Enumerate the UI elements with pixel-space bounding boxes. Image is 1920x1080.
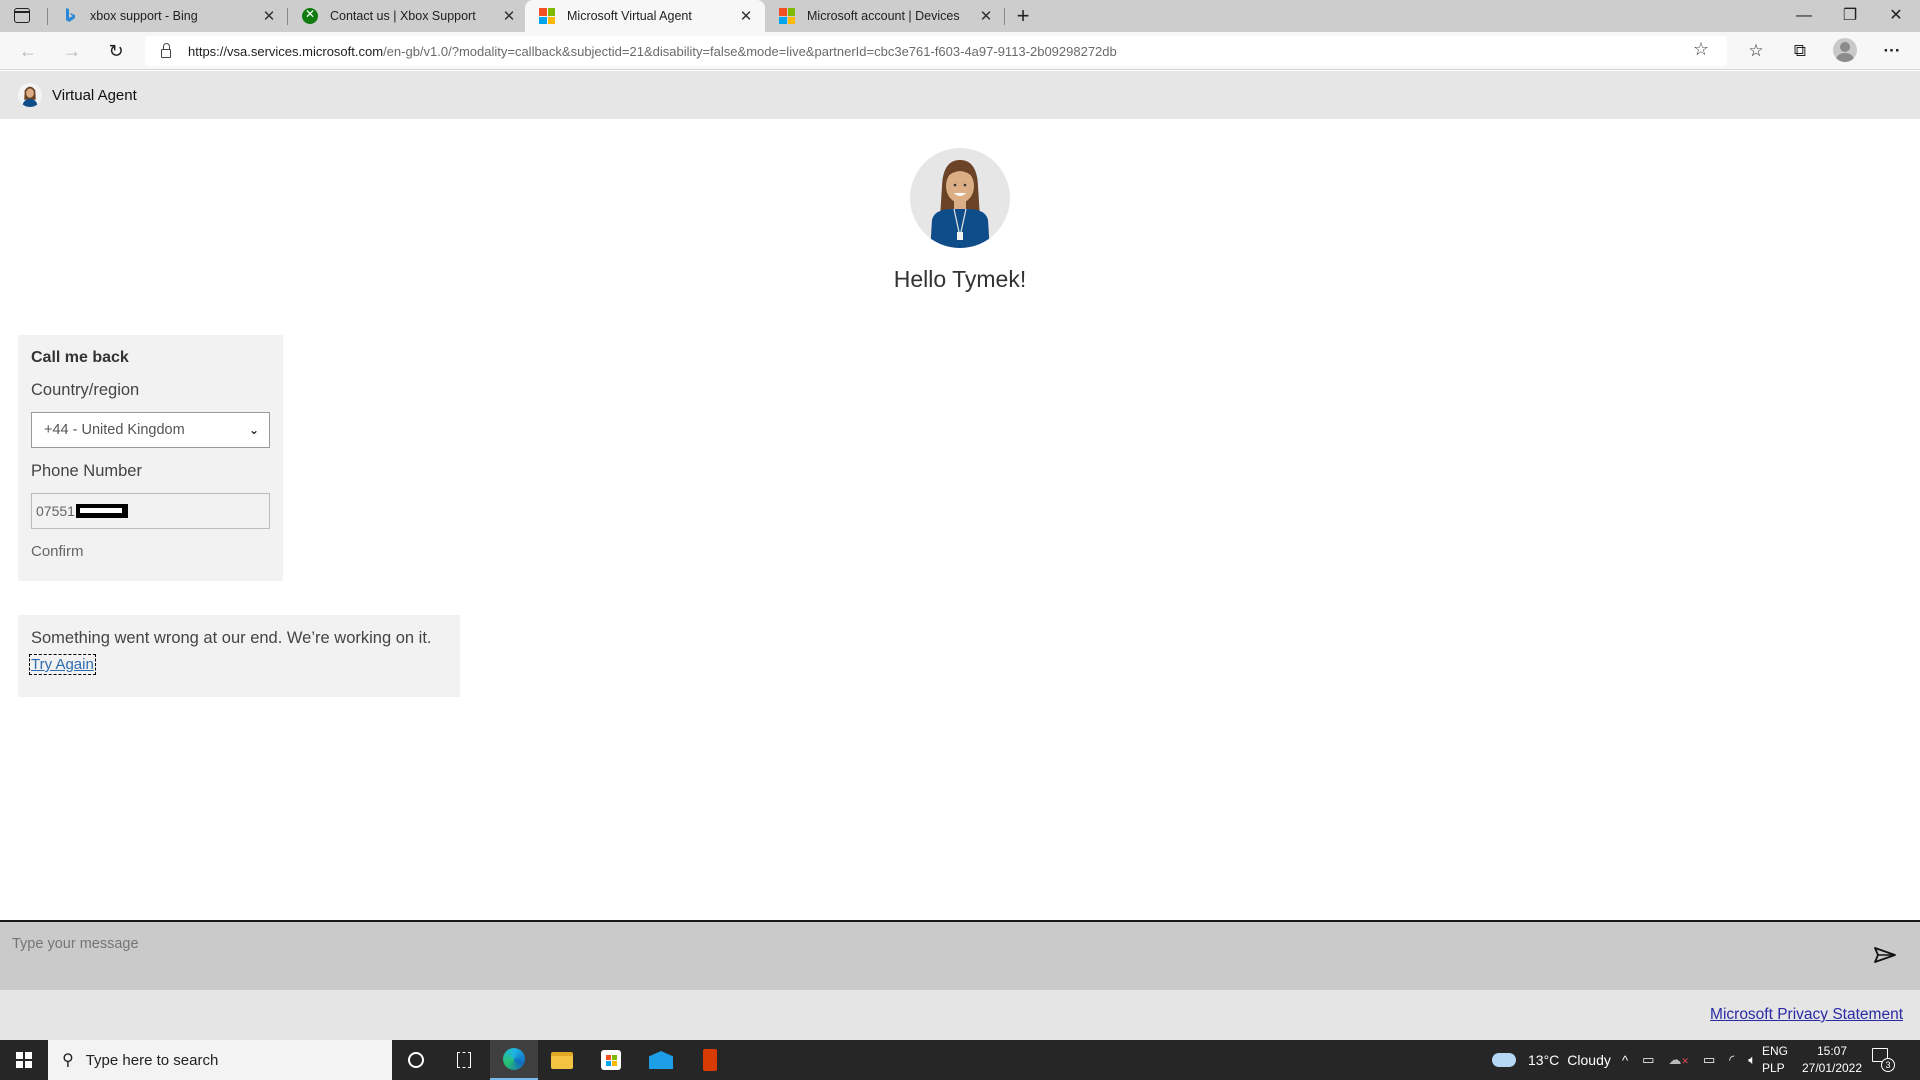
more-menu-button[interactable]: ··· [1878, 37, 1906, 65]
weather-condition: Cloudy [1567, 1052, 1611, 1068]
tab-virtual-agent[interactable]: Microsoft Virtual Agent ✕ [525, 0, 765, 32]
phone-value: 07551 [36, 503, 75, 519]
refresh-button[interactable]: ↻ [102, 37, 130, 65]
close-tab-icon[interactable]: ✕ [496, 7, 522, 25]
tab-separator [1004, 8, 1005, 25]
error-card: Something went wrong at our end. We’re w… [18, 615, 460, 697]
tab-title: Microsoft account | Devices [807, 9, 960, 23]
tab-microsoft-account[interactable]: Microsoft account | Devices ✕ [765, 0, 1005, 32]
callback-card: Call me back Country/region +44 - United… [18, 335, 283, 581]
back-button[interactable]: ← [14, 37, 42, 65]
file-explorer-icon[interactable] [538, 1040, 586, 1080]
error-message: Something went wrong at our end. We’re w… [31, 629, 432, 647]
edge-icon[interactable] [490, 1040, 538, 1080]
forward-button[interactable]: → [58, 37, 86, 65]
volume-icon[interactable]: 🔈︎ [1748, 1052, 1756, 1068]
tab-bing[interactable]: xbox support - Bing ✕ [48, 0, 288, 32]
agent-mini-avatar [18, 83, 42, 107]
close-tab-icon[interactable]: ✕ [733, 7, 759, 25]
clock-date: 27/01/2022 [1801, 1061, 1863, 1075]
phone-label: Phone Number [31, 462, 142, 480]
store-icon[interactable] [587, 1040, 635, 1080]
windows-icon [16, 1052, 32, 1068]
try-again-link[interactable]: Try Again [29, 654, 96, 675]
weather-widget[interactable]: 13°C Cloudy [1492, 1040, 1611, 1080]
xbox-icon [302, 7, 318, 24]
system-tray: ^ ▭ ☁✕ ▭ ◜ 🔈︎ [1622, 1040, 1756, 1080]
tab-title: xbox support - Bing [90, 9, 198, 23]
office-icon[interactable] [686, 1040, 734, 1080]
privacy-statement-link[interactable]: Microsoft Privacy Statement [1710, 1006, 1903, 1024]
microsoft-icon [539, 8, 555, 24]
language-line-2: PLP [1762, 1061, 1785, 1075]
wifi-icon[interactable]: ◜ [1729, 1052, 1734, 1068]
weather-temp: 13°C [1528, 1052, 1560, 1068]
add-favorite-icon[interactable]: ☆ [1693, 39, 1709, 60]
cloud-icon [1492, 1053, 1516, 1067]
confirm-button[interactable]: Confirm [31, 543, 270, 560]
message-input[interactable] [12, 936, 1812, 952]
tab-title: Contact us | Xbox Support [330, 9, 476, 23]
favorites-icon[interactable]: ☆ [1742, 37, 1770, 65]
browser-toolbar: ← → ↻ https://vsa.services.microsoft.com… [0, 32, 1920, 70]
start-button[interactable] [0, 1040, 48, 1080]
page-footer: Microsoft Privacy Statement [0, 990, 1920, 1040]
windows-taskbar: ⚲ Type here to search 13°C Cloudy ^ ▭ ☁✕… [0, 1040, 1920, 1080]
chevron-down-icon: ⌄ [248, 423, 259, 437]
tab-xbox-support[interactable]: Contact us | Xbox Support ✕ [288, 0, 528, 32]
notification-count: 3 [1881, 1058, 1895, 1072]
cortana-icon[interactable] [392, 1040, 440, 1080]
message-bar [0, 920, 1920, 990]
lock-icon[interactable] [161, 42, 171, 58]
country-select[interactable]: +44 - United Kingdom ⌄ [31, 412, 270, 448]
close-window-button[interactable]: ✕ [1873, 0, 1919, 32]
url-text[interactable]: https://vsa.services.microsoft.com/en-gb… [188, 44, 1117, 59]
notification-center-icon[interactable]: 3 [1872, 1048, 1895, 1072]
tab-actions-icon[interactable] [14, 8, 30, 23]
address-bar[interactable]: https://vsa.services.microsoft.com/en-gb… [145, 36, 1727, 66]
minimize-button[interactable]: — [1781, 0, 1827, 32]
language-line-1: ENG [1762, 1044, 1789, 1058]
meet-now-icon[interactable]: ▭ [1642, 1052, 1654, 1068]
chevron-up-icon[interactable]: ^ [1622, 1053, 1628, 1068]
tab-title: Microsoft Virtual Agent [567, 9, 692, 23]
country-value: +44 - United Kingdom [44, 422, 185, 438]
tab-strip: xbox support - Bing ✕ Contact us | Xbox … [0, 0, 1920, 32]
taskbar-search-placeholder: Type here to search [85, 1051, 219, 1069]
collections-icon[interactable]: ⧉ [1786, 37, 1814, 65]
close-tab-icon[interactable]: ✕ [973, 7, 999, 25]
onedrive-error-icon[interactable]: ☁✕ [1668, 1052, 1689, 1068]
task-view-icon[interactable] [440, 1040, 488, 1080]
header-title: Virtual Agent [52, 86, 137, 104]
callback-title: Call me back [31, 349, 129, 366]
greeting-text: Hello Tymek! [893, 266, 1027, 292]
battery-icon[interactable]: ▭ [1703, 1052, 1715, 1068]
close-tab-icon[interactable]: ✕ [256, 7, 282, 25]
country-label: Country/region [31, 381, 140, 399]
agent-avatar [910, 148, 1010, 248]
virtual-agent-header: Virtual Agent [0, 71, 1920, 119]
phone-number-input[interactable]: 07551 [31, 493, 270, 529]
search-icon: ⚲ [62, 1052, 74, 1069]
clock[interactable]: 15:07 27/01/2022 [1792, 1043, 1872, 1077]
mail-icon[interactable] [637, 1040, 685, 1080]
clock-time: 15:07 [1816, 1044, 1848, 1058]
new-tab-button[interactable]: + [1009, 2, 1037, 30]
restore-button[interactable]: ❐ [1827, 0, 1873, 32]
taskbar-search[interactable]: ⚲ Type here to search [48, 1040, 392, 1080]
bing-icon [62, 8, 78, 24]
profile-avatar[interactable] [1833, 38, 1857, 62]
microsoft-icon [779, 8, 795, 24]
send-icon[interactable] [1872, 944, 1898, 966]
redaction-box [75, 504, 128, 518]
input-language[interactable]: ENG PLP [1762, 1043, 1788, 1077]
